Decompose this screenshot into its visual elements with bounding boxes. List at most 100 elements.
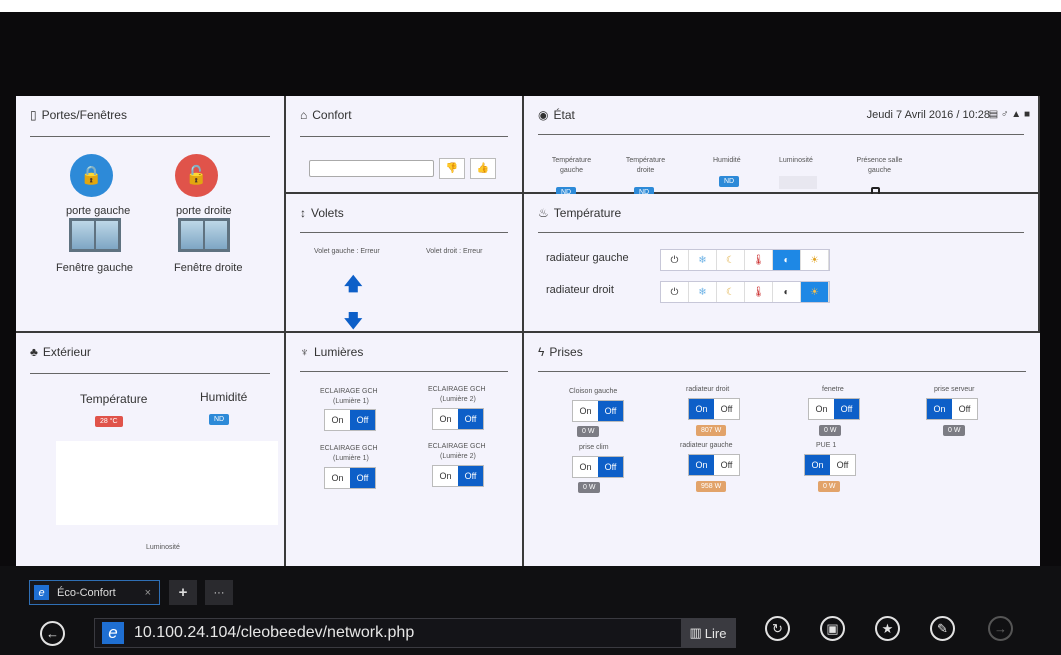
url-text[interactable]: 10.100.24.104/cleobeedev/network.php bbox=[134, 624, 414, 642]
prise-watt: 0 W bbox=[577, 426, 600, 437]
on-option[interactable]: On bbox=[325, 468, 350, 488]
etat-luminosite-label: Luminosité bbox=[779, 157, 813, 164]
prise-toggle[interactable]: On Off bbox=[808, 398, 860, 420]
frost-icon[interactable]: ❄ bbox=[689, 250, 717, 270]
eco-icon[interactable]: ◐ bbox=[773, 282, 801, 302]
sun-icon[interactable]: ☀ bbox=[801, 282, 829, 302]
lumiere-toggle[interactable]: On Off bbox=[432, 465, 484, 487]
lumiere-name: ECLAIRAGE GCH bbox=[320, 445, 378, 452]
on-option[interactable]: On bbox=[689, 399, 714, 419]
volet-down-arrow-icon[interactable]: 🡇 bbox=[344, 312, 363, 331]
divider bbox=[30, 136, 270, 137]
off-option[interactable]: Off bbox=[952, 399, 977, 419]
etat-title: État bbox=[553, 108, 575, 122]
read-label: Lire bbox=[704, 625, 727, 641]
fenetre-gauche-label: Fenêtre gauche bbox=[56, 262, 134, 274]
lock-closed-icon[interactable]: 🔒 bbox=[70, 154, 113, 197]
radiateur-droit-label: radiateur droit bbox=[546, 284, 614, 296]
divider bbox=[30, 373, 270, 374]
screen: ▯ Portes/Fenêtres 🔒 🔓 porte gauche porte… bbox=[0, 0, 1061, 655]
ext-humidite-label: Humidité bbox=[200, 390, 248, 404]
etat-humidite-label: Humidité bbox=[713, 157, 741, 164]
lumiere-toggle[interactable]: On Off bbox=[324, 409, 376, 431]
divider bbox=[538, 232, 1024, 233]
prise-toggle[interactable]: On Off bbox=[804, 454, 856, 476]
off-option[interactable]: Off bbox=[458, 409, 483, 429]
volet-up-arrow-icon[interactable]: 🡅 bbox=[344, 272, 363, 302]
thumbs-down-button[interactable]: 👎 bbox=[439, 158, 465, 179]
more-tabs-button[interactable]: ··· bbox=[205, 580, 233, 605]
confort-input[interactable] bbox=[309, 160, 434, 177]
on-option[interactable]: On bbox=[573, 401, 598, 421]
on-option[interactable]: On bbox=[433, 466, 458, 486]
tabs-button[interactable]: ▣ bbox=[820, 616, 845, 641]
power-icon[interactable]: ⏻ bbox=[661, 282, 689, 302]
radiateur-gauche-label: radiateur gauche bbox=[546, 252, 629, 264]
thermometer-icon[interactable]: 🌡 bbox=[745, 250, 773, 270]
tree-icon: ♣ bbox=[30, 345, 38, 359]
prise-toggle[interactable]: On Off bbox=[688, 398, 740, 420]
tab-eco-confort[interactable]: e Éco-Confort × bbox=[29, 580, 160, 605]
reading-view-button[interactable]: ▥ Lire bbox=[681, 618, 735, 648]
prise-toggle[interactable]: On Off bbox=[926, 398, 978, 420]
close-tab-icon[interactable]: × bbox=[145, 587, 151, 599]
off-option[interactable]: Off bbox=[350, 468, 375, 488]
on-option[interactable]: On bbox=[805, 455, 830, 475]
prise-toggle[interactable]: On Off bbox=[572, 456, 624, 478]
off-option[interactable]: Off bbox=[598, 457, 623, 477]
thumbs-up-button[interactable]: 👍 bbox=[470, 158, 496, 179]
off-option[interactable]: Off bbox=[830, 455, 855, 475]
prise-toggle[interactable]: On Off bbox=[572, 400, 624, 422]
on-option[interactable]: On bbox=[573, 457, 598, 477]
sun-icon[interactable]: ☀ bbox=[801, 250, 829, 270]
off-option[interactable]: Off bbox=[834, 399, 859, 419]
off-option[interactable]: Off bbox=[458, 466, 483, 486]
moon-icon[interactable]: ☾ bbox=[717, 250, 745, 270]
panel-volets: ↕ Volets Volet gauche : Erreur Volet dro… bbox=[286, 194, 524, 333]
back-button[interactable]: ← bbox=[40, 621, 65, 646]
lumiere-toggle[interactable]: On Off bbox=[432, 408, 484, 430]
off-option[interactable]: Off bbox=[598, 401, 623, 421]
lumiere-toggle[interactable]: On Off bbox=[324, 467, 376, 489]
lumiere-name: ECLAIRAGE GCH bbox=[428, 386, 486, 393]
volet-droit-status: Volet droit : Erreur bbox=[426, 248, 483, 255]
on-option[interactable]: On bbox=[809, 399, 834, 419]
on-option[interactable]: On bbox=[325, 410, 350, 430]
forward-button[interactable]: → bbox=[988, 616, 1013, 641]
lumiere-name: ECLAIRAGE GCH bbox=[428, 443, 486, 450]
fenetre-droite-image[interactable] bbox=[178, 218, 230, 252]
etat-temp-droite-label: Température droite bbox=[625, 157, 666, 174]
lock-open-icon[interactable]: 🔓 bbox=[175, 154, 218, 197]
panel-title: ϟ Prises bbox=[538, 345, 583, 359]
tools-button[interactable]: ✎ bbox=[930, 616, 955, 641]
panel-title: ♣ Extérieur bbox=[30, 345, 91, 359]
radiateur-gauche-modes: ⏻ ❄ ☾ 🌡 ◐ ☀ bbox=[660, 249, 830, 271]
portes-title: Portes/Fenêtres bbox=[41, 108, 127, 122]
divider bbox=[300, 371, 508, 372]
thermometer-icon[interactable]: 🌡 bbox=[745, 282, 773, 302]
frost-icon[interactable]: ❄ bbox=[689, 282, 717, 302]
refresh-button[interactable]: ↻ bbox=[765, 616, 790, 641]
prise-name: radiateur gauche bbox=[680, 442, 733, 449]
flame-icon: ♨ bbox=[538, 206, 549, 220]
exterieur-title: Extérieur bbox=[42, 345, 91, 359]
prise-toggle[interactable]: On Off bbox=[688, 454, 740, 476]
favorites-button[interactable]: ★ bbox=[875, 616, 900, 641]
fenetre-gauche-image[interactable] bbox=[69, 218, 121, 252]
lumiere-sub: (Lumière 2) bbox=[440, 396, 476, 403]
eco-icon[interactable]: ◐ bbox=[773, 250, 801, 270]
etat-luminosite-value bbox=[779, 176, 817, 189]
ext-temperature-label: Température bbox=[80, 392, 148, 406]
panel-lumieres: ♆ Lumières ECLAIRAGE GCH (Lumière 1) On … bbox=[286, 333, 524, 566]
moon-icon[interactable]: ☾ bbox=[717, 282, 745, 302]
address-bar[interactable]: e 10.100.24.104/cleobeedev/network.php ▥… bbox=[94, 618, 736, 648]
power-icon[interactable]: ⏻ bbox=[661, 250, 689, 270]
prises-title: Prises bbox=[549, 345, 583, 359]
new-tab-button[interactable]: + bbox=[169, 580, 197, 605]
off-option[interactable]: Off bbox=[714, 399, 739, 419]
off-option[interactable]: Off bbox=[350, 410, 375, 430]
off-option[interactable]: Off bbox=[714, 455, 739, 475]
on-option[interactable]: On bbox=[433, 409, 458, 429]
on-option[interactable]: On bbox=[689, 455, 714, 475]
on-option[interactable]: On bbox=[927, 399, 952, 419]
